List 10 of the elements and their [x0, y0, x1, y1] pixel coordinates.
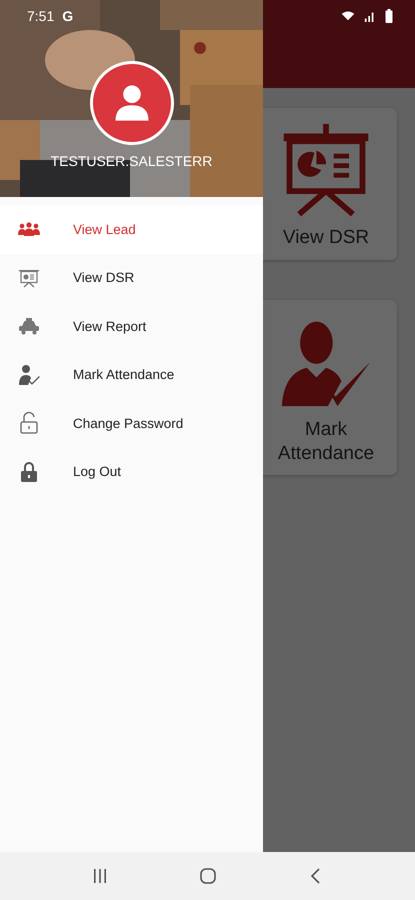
username: TESTUSER.SALESTERR [50, 153, 212, 169]
battery-icon [385, 9, 393, 23]
menu-item[interactable]: View Lead [0, 205, 263, 254]
status-time: 7:51 [27, 8, 54, 24]
notification-icon: G [62, 8, 74, 24]
person-check-icon [17, 362, 41, 387]
wifi-icon [341, 10, 355, 22]
card-label: Mark Attendance [276, 418, 376, 466]
home-icon[interactable] [198, 866, 218, 886]
card-label: View DSR [282, 226, 370, 250]
